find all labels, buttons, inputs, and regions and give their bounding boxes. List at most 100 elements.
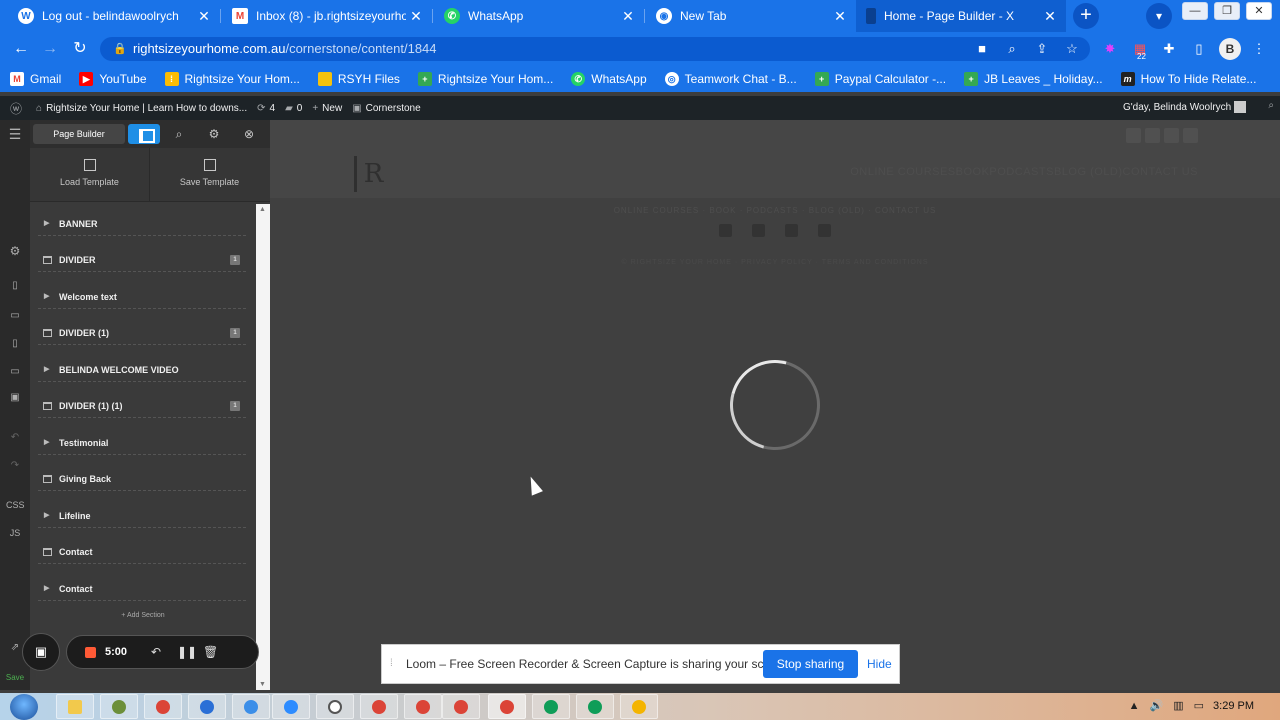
tab-page-builder[interactable]: Home - Page Builder - X ✕ bbox=[856, 0, 1066, 32]
tab-whatsapp[interactable]: ✆ WhatsApp ✕ bbox=[434, 0, 644, 32]
gear-icon[interactable]: ⚙ bbox=[204, 124, 224, 144]
tab-search-button[interactable]: ▾ bbox=[1146, 3, 1172, 29]
taskbar-chrome-5[interactable] bbox=[532, 694, 570, 719]
address-bar[interactable]: 🔒 rightsizeyourhome.com.au/cornerstone/c… bbox=[100, 37, 1090, 61]
caret-right-icon[interactable]: ▶ bbox=[44, 212, 49, 236]
forward-icon[interactable]: → bbox=[40, 39, 60, 59]
taskbar-zoom[interactable] bbox=[272, 694, 310, 719]
layer-row-giving-back[interactable]: Giving Back bbox=[38, 467, 246, 491]
tablet-preview-icon[interactable]: ▭ bbox=[6, 310, 24, 321]
bookmark-youtube[interactable]: ▶ YouTube bbox=[79, 72, 147, 86]
hamburger-menu-icon[interactable]: ☰ bbox=[6, 126, 24, 143]
add-section-button[interactable]: + Add Section bbox=[30, 612, 256, 619]
bookmark-teamwork[interactable]: ◎ Teamwork Chat - B... bbox=[664, 72, 797, 86]
restart-icon[interactable]: ↶ bbox=[151, 636, 161, 668]
search-icon[interactable]: ⌕ bbox=[169, 124, 189, 144]
desktop-preview-icon[interactable]: ▣ bbox=[6, 392, 24, 403]
save-button[interactable]: Save bbox=[0, 670, 30, 690]
start-button[interactable] bbox=[10, 694, 38, 720]
undo-icon[interactable]: ↶ bbox=[6, 432, 24, 443]
taskbar-chrome-7[interactable] bbox=[620, 694, 658, 719]
layer-row-welcome-video[interactable]: ▶ BELINDA WELCOME VIDEO bbox=[38, 358, 246, 382]
tab-page-builder-label[interactable]: Page Builder bbox=[33, 124, 125, 144]
camera-blocked-icon[interactable]: ■ bbox=[973, 40, 991, 58]
layer-row-divider[interactable]: DIVIDER 1 bbox=[38, 248, 246, 272]
close-icon[interactable]: ✕ bbox=[194, 8, 214, 25]
close-icon[interactable]: ✕ bbox=[618, 8, 638, 25]
page-preview[interactable]: R ONLINE COURSESBOOKPODCASTSBLOG (OLD)CO… bbox=[270, 120, 1280, 690]
taskbar-chrome-2[interactable] bbox=[360, 694, 398, 719]
kebab-menu-icon[interactable]: ⋮ bbox=[1250, 40, 1268, 58]
wp-site-name[interactable]: ⌂ Rightsize Your Home | Learn How to down… bbox=[36, 103, 247, 114]
linkedin-icon[interactable] bbox=[1145, 128, 1160, 143]
site-logo[interactable]: R bbox=[354, 156, 390, 192]
facebook-icon[interactable] bbox=[1126, 128, 1141, 143]
close-icon[interactable]: ⊗ bbox=[239, 124, 259, 144]
stop-recording-button[interactable] bbox=[85, 647, 96, 658]
bookmark-whatsapp[interactable]: ✆ WhatsApp bbox=[571, 72, 647, 86]
js-button[interactable]: JS bbox=[6, 528, 24, 538]
puzzle-icon[interactable]: ✚ bbox=[1160, 40, 1178, 58]
reload-icon[interactable]: ↻ bbox=[70, 39, 90, 59]
taskbar-explorer[interactable] bbox=[56, 694, 94, 719]
bookmark-gmail[interactable]: M Gmail bbox=[10, 72, 61, 86]
layer-row-lifeline[interactable]: ▶ Lifeline bbox=[38, 504, 246, 528]
bookmark-rsyh-files[interactable]: RSYH Files bbox=[317, 72, 400, 86]
stop-sharing-button[interactable]: Stop sharing bbox=[763, 650, 858, 678]
scroll-up-icon[interactable]: ▲ bbox=[259, 206, 266, 213]
taskbar-app-5[interactable] bbox=[232, 694, 270, 719]
tab-gmail[interactable]: M Inbox (8) - jb.rightsizeyourhom ✕ bbox=[222, 0, 432, 32]
bookmark-how-to-hide[interactable]: m How To Hide Relate... bbox=[1120, 72, 1256, 86]
volume-icon[interactable]: 🔊 bbox=[1149, 693, 1163, 720]
avatar[interactable]: B bbox=[1219, 38, 1241, 60]
layer-row-testimonial[interactable]: ▶ Testimonial bbox=[38, 431, 246, 455]
linkedin-icon[interactable] bbox=[752, 224, 765, 237]
layout-panel-icon[interactable] bbox=[128, 124, 160, 144]
scroll-down-icon[interactable]: ▼ bbox=[259, 681, 266, 688]
battery-icon[interactable]: ▭ bbox=[1194, 693, 1204, 720]
side-panel-icon[interactable]: ▯ bbox=[1190, 40, 1208, 58]
trash-icon[interactable]: 🗑 bbox=[203, 636, 218, 668]
wp-logo-menu[interactable]: ⓦ bbox=[10, 100, 26, 117]
taskbar-chrome-1[interactable] bbox=[144, 694, 182, 719]
layer-row-banner[interactable]: ▶ BANNER bbox=[38, 212, 246, 236]
layer-row-contact-section[interactable]: ▶ Contact bbox=[38, 577, 246, 601]
load-template-button[interactable]: Load Template bbox=[30, 148, 149, 202]
drag-handle-icon[interactable]: ⁞ bbox=[390, 658, 393, 669]
wp-account-menu[interactable]: G'day, Belinda Woolrych bbox=[1123, 96, 1246, 120]
caret-right-icon[interactable]: ▶ bbox=[44, 358, 49, 382]
close-icon[interactable]: ✕ bbox=[830, 8, 850, 25]
layer-row-divider-1-1[interactable]: DIVIDER (1) (1) 1 bbox=[38, 394, 246, 418]
layer-row-divider-1[interactable]: DIVIDER (1) 1 bbox=[38, 321, 246, 345]
bookmark-star-icon[interactable]: ☆ bbox=[1063, 40, 1081, 58]
close-icon[interactable]: ✕ bbox=[406, 8, 426, 25]
minimize-button[interactable]: — bbox=[1182, 2, 1208, 20]
window-close-button[interactable]: ✕ bbox=[1246, 2, 1272, 20]
taskbar-app-2[interactable] bbox=[100, 694, 138, 719]
caret-right-icon[interactable]: ▶ bbox=[44, 285, 49, 309]
wp-comments[interactable]: ▰ 0 bbox=[285, 103, 302, 114]
search-icon[interactable]: ⌕ bbox=[1268, 100, 1274, 111]
zoom-icon[interactable]: ⌕ bbox=[1003, 40, 1021, 58]
css-button[interactable]: CSS bbox=[6, 500, 25, 510]
pinterest-icon[interactable] bbox=[1183, 128, 1198, 143]
close-icon[interactable]: ✕ bbox=[1040, 8, 1060, 25]
bookmark-paypal-calculator[interactable]: + Paypal Calculator -... bbox=[814, 72, 946, 86]
taskbar-chrome-active[interactable] bbox=[488, 694, 526, 719]
extension-icon[interactable]: ✸ bbox=[1101, 40, 1119, 58]
wp-new[interactable]: + New bbox=[312, 103, 342, 114]
camera-icon[interactable]: ▣ bbox=[22, 633, 60, 671]
panel-scrollbar[interactable]: ▲ ▼ bbox=[256, 204, 270, 690]
caret-right-icon[interactable]: ▶ bbox=[44, 577, 49, 601]
layers-icon[interactable]: ⚙ bbox=[6, 244, 24, 258]
share-icon[interactable]: ⇪ bbox=[1033, 40, 1051, 58]
bookmark-rightsize-1[interactable]: ⁞ Rightsize Your Hom... bbox=[164, 72, 300, 86]
wp-cornerstone[interactable]: ▣ Cornerstone bbox=[352, 103, 420, 114]
bookmark-jb-leaves[interactable]: + JB Leaves _ Holiday... bbox=[964, 72, 1103, 86]
tray-expand-icon[interactable]: ▲ bbox=[1129, 693, 1140, 720]
restore-button[interactable]: ❐ bbox=[1214, 2, 1240, 20]
taskbar-chrome-4[interactable] bbox=[442, 694, 480, 719]
layer-row-welcome-text[interactable]: ▶ Welcome text bbox=[38, 285, 246, 309]
new-tab-button[interactable]: + bbox=[1073, 3, 1099, 29]
taskbar-chrome-3[interactable] bbox=[404, 694, 442, 719]
